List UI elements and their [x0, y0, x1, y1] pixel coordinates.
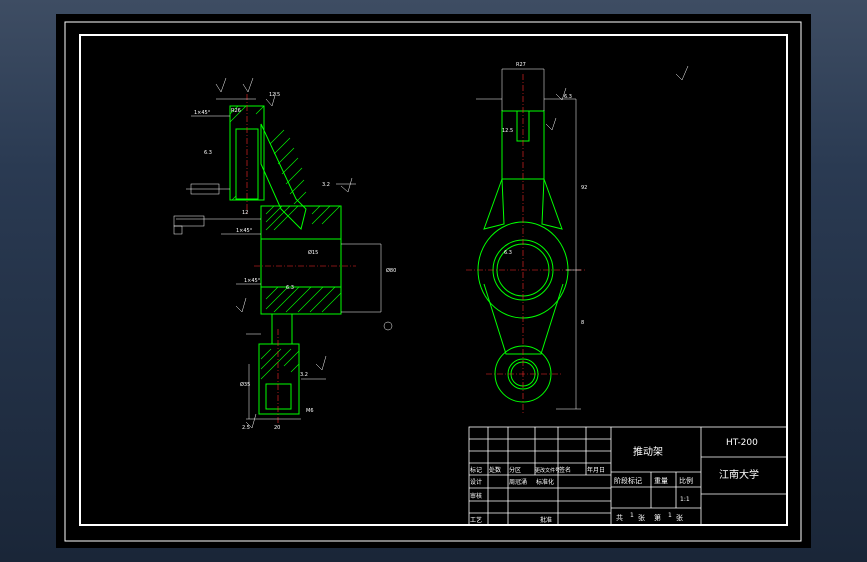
label-mark: 标记: [470, 466, 482, 474]
label-stage: 阶段标记: [614, 476, 642, 485]
scale-value: 1:1: [680, 496, 690, 503]
sheet-number-value: 1: [668, 512, 672, 519]
designer-name: 周冠涌: [509, 478, 527, 486]
bottom-boss-outline: [258, 343, 300, 415]
left-dimension-text: R26 12.5 6.3 1×45° 1×45° 1×45° 12 Ø15 3.…: [194, 92, 396, 431]
sheet-number-prefix: 第: [654, 513, 661, 522]
left-section-view: [229, 105, 342, 415]
lower-arm: [271, 313, 293, 345]
label-signature: 签名: [559, 466, 571, 474]
dim-rough-3-2-b: 3.2: [300, 372, 308, 378]
dim-dia-80: Ø80: [386, 267, 396, 274]
cad-drawing: R26 12.5 6.3 1×45° 1×45° 1×45° 12 Ø15 3.…: [64, 21, 802, 542]
lower-link: [483, 283, 564, 355]
dim-rough-6-3-a: 6.3: [204, 150, 212, 156]
dim-dia-15: Ø15: [308, 249, 318, 256]
right-dimension-text: R27 92 8 6.3 12.5 6.3: [502, 62, 587, 326]
dim-chamfer-b: 1×45°: [236, 228, 253, 234]
part-name: 推动架: [633, 445, 663, 458]
sheet-total-value: 1: [630, 512, 634, 519]
right-left-web: [483, 178, 505, 230]
dim-rough-3-2-a: 3.2: [322, 182, 330, 188]
sheet-total-unit: 张: [638, 513, 645, 522]
dim-right-rough-6-3-b: 6.3: [504, 250, 512, 256]
dim-8: 8: [581, 320, 584, 326]
label-change-doc: 更改文件号: [535, 467, 560, 474]
sheet-number-unit: 张: [676, 513, 683, 522]
label-weight: 重量: [654, 477, 668, 485]
organization: 江南大学: [719, 468, 759, 481]
dim-chamfer-c: 1×45°: [244, 278, 261, 284]
label-count: 处数: [489, 466, 501, 474]
right-right-web: [541, 178, 563, 230]
label-scale: 比例: [679, 476, 693, 485]
bottom-boss-bore: [265, 383, 292, 410]
label-standardization: 标准化: [536, 478, 554, 486]
dim-12: 12: [242, 210, 248, 216]
dim-left-top: R26: [231, 108, 241, 114]
sheet-total-prefix: 共: [616, 513, 623, 522]
dim-right-rough-6-3: 6.3: [564, 94, 572, 100]
dim-20: 20: [274, 425, 280, 431]
label-zone: 分区: [509, 466, 521, 474]
outer-border: [64, 21, 802, 542]
right-dimension-lines: [476, 65, 689, 410]
hatching: [229, 105, 342, 380]
dim-92: 92: [581, 185, 587, 191]
dim-dia-35: Ø35: [240, 381, 250, 388]
dim-right-top: R27: [516, 62, 526, 68]
dim-m6: M6: [306, 408, 314, 414]
upper-arm: [260, 123, 307, 230]
label-date: 年月日: [587, 466, 605, 474]
label-process: 工艺: [470, 516, 482, 524]
dim-2-5: 2.5: [242, 425, 250, 431]
dim-right-rough-12-5: 12.5: [502, 128, 513, 134]
middle-hub-bore: [260, 238, 342, 288]
material: HT-200: [726, 438, 758, 448]
label-designer: 设计: [470, 478, 482, 486]
label-approval: 批准: [540, 516, 552, 524]
drawing-sheet: R26 12.5 6.3 1×45° 1×45° 1×45° 12 Ø15 3.…: [56, 14, 811, 548]
inner-frame: [79, 34, 788, 526]
dim-rough-6-3-b: 6.3: [286, 285, 294, 291]
label-review: 审核: [470, 492, 482, 500]
left-dimension-lines: [173, 77, 393, 429]
dim-chamfer-a: 1×45°: [194, 110, 211, 116]
dim-rough-12-5: 12.5: [269, 92, 280, 98]
middle-hub-outline: [260, 205, 342, 315]
